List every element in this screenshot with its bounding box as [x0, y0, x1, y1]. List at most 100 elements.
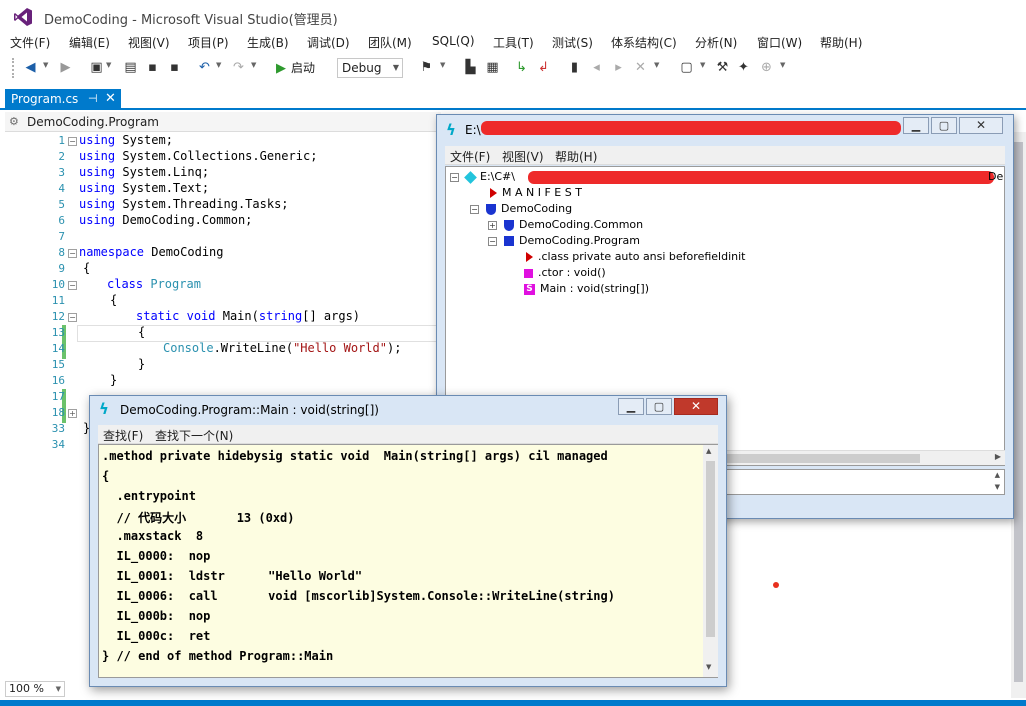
solution-explorer-icon[interactable]: ▦ — [484, 59, 501, 76]
forward-icon[interactable]: ▶ — [57, 59, 74, 76]
bookmark-icon[interactable]: ▮ — [566, 59, 583, 76]
back-icon[interactable]: ◀ — [22, 59, 39, 76]
undo-icon[interactable]: ↶ — [196, 59, 213, 76]
code-line: } — [110, 373, 118, 387]
tree-node-ctor[interactable]: .ctor : void() — [524, 266, 606, 279]
clear-bookmarks-icon[interactable]: ✕ — [632, 59, 649, 76]
scroll-up-icon[interactable]: ▲ — [995, 471, 1000, 479]
find-icon[interactable]: ▢ — [678, 59, 695, 76]
chevron-down-icon: ▼ — [55, 685, 61, 693]
toolbar-grip[interactable] — [12, 58, 15, 78]
menu-window[interactable]: 窗口(W) — [757, 34, 802, 51]
scroll-down-icon[interactable]: ▼ — [706, 663, 711, 671]
tree-node-namespace[interactable]: DemoCoding — [486, 202, 572, 215]
scrollbar-thumb[interactable] — [706, 461, 715, 637]
undo-dropdown-icon[interactable]: ▼ — [216, 61, 221, 69]
ildasm-menu-help[interactable]: 帮助(H) — [555, 148, 597, 165]
menu-edit[interactable]: 编辑(E) — [69, 34, 110, 51]
collapse-icon[interactable]: − — [450, 173, 459, 182]
title-bar: DemoCoding - Microsoft Visual Studio(管理员… — [0, 0, 1026, 32]
open-file-icon[interactable]: ▤ — [122, 59, 139, 76]
ildasm-menu-bar: 文件(F) 视图(V) 帮助(H) — [445, 146, 1005, 165]
menu-help[interactable]: 帮助(H) — [820, 34, 862, 51]
line-number: 5 — [58, 198, 65, 211]
tree-label: .ctor : void() — [538, 266, 606, 279]
scrollbar-thumb[interactable] — [1014, 142, 1023, 682]
il-code-view[interactable]: .method private hidebysig static void Ma… — [98, 444, 718, 678]
il-disassembly-window[interactable]: ϟ DemoCoding.Program::Main : void(string… — [89, 395, 727, 687]
save-all-icon[interactable]: ▪ — [166, 59, 183, 76]
minimize-button[interactable]: ▁ — [903, 117, 929, 134]
collapse-icon[interactable]: − — [470, 205, 479, 214]
minimize-button[interactable]: ▁ — [618, 398, 644, 415]
collapse-icon[interactable]: − — [68, 249, 77, 258]
tree-node-main[interactable]: S Main : void(string[]) — [524, 282, 649, 295]
scroll-down-icon[interactable]: ▼ — [995, 483, 1000, 491]
redo-icon[interactable]: ↷ — [230, 59, 247, 76]
redo-dropdown-icon[interactable]: ▼ — [251, 61, 256, 69]
menu-test[interactable]: 测试(S) — [552, 34, 593, 51]
tools-icon[interactable]: ⚒ — [714, 59, 731, 76]
tree-node-root[interactable]: E:\C#\ — [464, 170, 515, 184]
il-vertical-scrollbar[interactable]: ▲ ▼ — [703, 445, 718, 677]
pin-icon[interactable]: ⊣ — [88, 89, 98, 109]
next-bookmark-icon[interactable]: ▸ — [610, 59, 627, 76]
prev-bookmark-icon[interactable]: ◂ — [588, 59, 605, 76]
il-menu-find[interactable]: 查找(F) — [103, 427, 143, 444]
attach-dropdown-icon[interactable]: ▼ — [440, 61, 445, 69]
attach-icon[interactable]: ⚑ — [418, 59, 435, 76]
tree-node-manifest[interactable]: M A N I F E S T — [490, 186, 582, 199]
ildasm-menu-file[interactable]: 文件(F) — [450, 148, 490, 165]
start-button[interactable]: ▶ 启动 — [276, 59, 315, 77]
tree-node-program[interactable]: DemoCoding.Program — [504, 234, 640, 247]
expand-icon[interactable]: + — [488, 221, 497, 230]
new-project-dropdown-icon[interactable]: ▼ — [106, 61, 111, 69]
menu-debug[interactable]: 调试(D) — [307, 34, 350, 51]
expand-icon[interactable]: + — [68, 409, 77, 418]
menu-build[interactable]: 生成(B) — [247, 34, 289, 51]
pin-toolbar-icon[interactable]: ✦ — [735, 59, 752, 76]
collapse-icon[interactable]: − — [68, 137, 77, 146]
configuration-select[interactable]: Debug ▼ — [337, 58, 403, 78]
ildasm-title-bar[interactable]: ϟ E:\C ▁ ▢ ✕ — [437, 115, 1013, 145]
menu-tools[interactable]: 工具(T) — [493, 34, 534, 51]
code-line: using System.Threading.Tasks; — [79, 197, 289, 211]
back-dropdown-icon[interactable]: ▼ — [43, 61, 48, 69]
toolbar-options-icon[interactable]: ▼ — [780, 61, 785, 69]
menu-analyze[interactable]: 分析(N) — [695, 34, 737, 51]
close-button[interactable]: ✕ — [959, 117, 1003, 134]
zoom-select[interactable]: 100 % ▼ — [5, 681, 65, 697]
navigation-bar[interactable]: ⚙ DemoCoding.Program — [5, 112, 441, 132]
type-dropdown[interactable]: DemoCoding.Program — [27, 115, 159, 129]
uncomment-icon[interactable]: ↲ — [535, 59, 552, 76]
extensions-icon[interactable]: ⊕ — [758, 59, 775, 76]
scroll-right-icon[interactable]: ▶ — [995, 452, 1001, 461]
collapse-icon[interactable]: − — [68, 281, 77, 290]
maximize-button[interactable]: ▢ — [931, 117, 957, 134]
tab-program-cs[interactable]: Program.cs ⊣ ✕ — [5, 89, 121, 110]
save-icon[interactable]: ▪ — [144, 59, 161, 76]
find-dropdown-icon[interactable]: ▼ — [700, 61, 705, 69]
code-line: using DemoCoding.Common; — [79, 213, 253, 227]
line-number: 15 — [51, 358, 65, 371]
ildasm-menu-view[interactable]: 视图(V) — [502, 148, 544, 165]
tree-node-common[interactable]: DemoCoding.Common — [504, 218, 643, 231]
tree-node-class-info[interactable]: .class private auto ansi beforefieldinit — [526, 250, 745, 263]
collapse-icon[interactable]: − — [488, 237, 497, 246]
close-button[interactable]: ✕ — [674, 398, 718, 415]
bookmarks-dropdown-icon[interactable]: ▼ — [654, 61, 659, 69]
menu-sql[interactable]: SQL(Q) — [432, 34, 475, 48]
maximize-button[interactable]: ▢ — [646, 398, 672, 415]
menu-file[interactable]: 文件(F) — [10, 34, 50, 51]
comment-icon[interactable]: ↳ — [513, 59, 530, 76]
menu-team[interactable]: 团队(M) — [368, 34, 412, 51]
menu-project[interactable]: 项目(P) — [188, 34, 229, 51]
menu-view[interactable]: 视图(V) — [128, 34, 170, 51]
scroll-up-icon[interactable]: ▲ — [706, 447, 711, 455]
collapse-icon[interactable]: − — [68, 313, 77, 322]
new-project-icon[interactable]: ▣ — [88, 59, 105, 76]
il-menu-find-next[interactable]: 查找下一个(N) — [155, 427, 233, 444]
class-view-icon[interactable]: ▙ — [462, 59, 479, 76]
close-icon[interactable]: ✕ — [105, 89, 116, 109]
menu-architecture[interactable]: 体系结构(C) — [611, 34, 677, 51]
